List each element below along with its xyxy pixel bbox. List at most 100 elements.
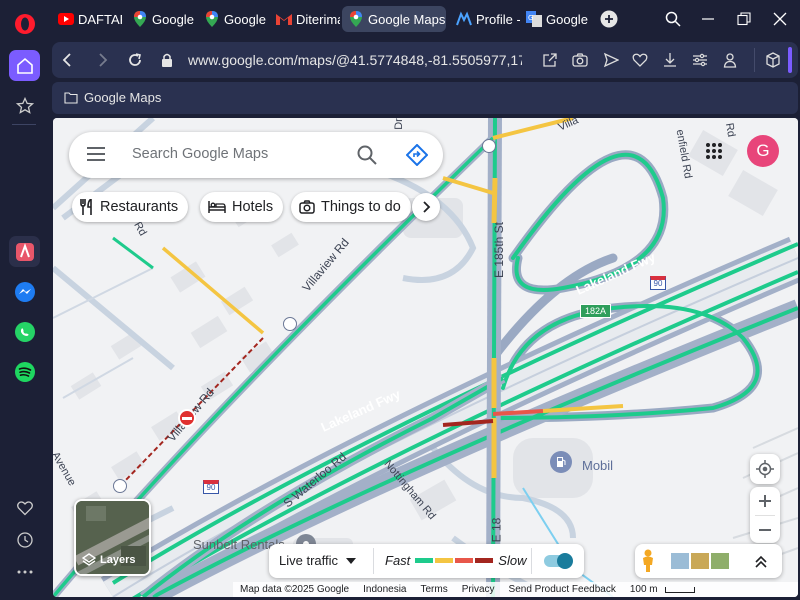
road-label-e185th: E 185th St [492,221,507,279]
tab-label: Google [546,11,588,27]
search-tabs-icon[interactable] [663,9,683,29]
bus-stop-icon[interactable] [482,139,496,153]
traffic-legend: Live traffic Fast Slow [269,544,584,578]
map-canvas[interactable] [53,118,798,597]
chips-next-button[interactable] [412,193,440,221]
heart-icon[interactable] [632,52,648,73]
chip-label: Things to do [321,199,401,215]
star-icon[interactable] [9,90,40,121]
spotify-icon[interactable] [9,356,40,387]
bookmark-google-maps[interactable]: Google Maps [64,90,161,105]
layers-icon [82,553,96,567]
chip-label: Hotels [232,199,274,215]
bookmarks-bar: Google Maps [52,82,798,114]
home-icon[interactable] [9,50,40,81]
more-icon[interactable] [9,556,40,587]
url-text[interactable]: www.google.com/maps/@41.5774848,-81.5505… [188,52,522,68]
minimize-icon[interactable] [698,9,718,29]
forward-icon[interactable] [94,51,110,74]
close-icon[interactable] [770,9,790,29]
road-label-dr: Dr [392,118,405,130]
bus-stop-icon[interactable] [283,317,297,331]
tab-diterima[interactable]: Diterima [270,6,340,32]
chip-restaurants[interactable]: Restaurants [72,192,189,222]
scale-bar [664,586,695,593]
search-box[interactable]: Search Google Maps [69,132,443,178]
send-icon[interactable] [603,52,620,73]
tab-google-2[interactable]: Google [198,6,268,32]
live-traffic-dropdown[interactable]: Live traffic [279,553,357,568]
google-maps-icon [348,11,364,27]
zoom-in-button[interactable] [759,487,771,515]
traffic-slow-label: Slow [498,553,527,568]
camera-icon[interactable] [572,52,588,73]
heart-icon[interactable] [9,492,40,523]
traffic-fast-label: Fast [385,553,411,568]
road-label-rd-2: Rd [722,122,738,138]
menu-icon[interactable] [87,147,105,166]
settings-sliders-icon[interactable] [692,52,708,73]
imagery-thumbnail[interactable] [711,553,729,569]
chip-things-to-do[interactable]: Things to do [291,192,411,222]
youtube-icon [58,11,74,27]
search-icon[interactable] [357,145,377,170]
share-icon[interactable] [542,52,558,73]
gas-station-icon[interactable] [550,451,572,473]
directions-icon[interactable] [405,143,429,171]
footer-country[interactable]: Indonesia [363,584,406,595]
search-input[interactable]: Search Google Maps [132,146,268,162]
footer-privacy-link[interactable]: Privacy [462,584,495,595]
tab-google-translate[interactable]: G Google [520,6,590,32]
messenger-icon[interactable] [9,276,40,307]
tab-google-1[interactable]: Google [126,6,196,32]
tab-daftar[interactable]: DAFTAR [52,6,122,32]
new-tab-button[interactable] [599,9,619,29]
download-icon[interactable] [662,52,678,73]
google-maps-icon [204,11,220,27]
bookmark-label: Google Maps [84,90,162,105]
map-viewport[interactable]: Lakeland Fwy Lakeland Fwy E 185th St E 1… [53,118,798,597]
tab-bar: DAFTAR Google Google Diterima Google Map… [48,0,800,38]
footer-feedback-link[interactable]: Send Product Feedback [509,584,616,595]
pegman-icon[interactable] [641,549,655,578]
aria-icon[interactable] [9,236,40,267]
chevron-up-icon[interactable] [754,554,768,573]
tab-label: Google Maps [368,11,446,27]
address-bar: www.google.com/maps/@41.5774848,-81.5505… [52,42,798,78]
traffic-toggle[interactable] [544,553,573,569]
account-avatar[interactable]: G [747,135,779,167]
restaurant-icon [80,199,94,215]
street-view-panel [635,544,782,578]
reload-icon[interactable] [126,51,144,74]
tab-profile[interactable]: Profile - [450,6,520,32]
tab-google-maps[interactable]: Google Maps [342,6,446,32]
lock-icon[interactable] [160,52,174,73]
bus-stop-icon[interactable] [113,479,127,493]
zoom-out-button[interactable] [759,516,771,543]
extensions-box-icon[interactable] [765,52,781,73]
imagery-thumbnail[interactable] [691,553,709,569]
imagery-thumbnail[interactable] [671,553,689,569]
gmail-icon [276,11,292,27]
apps-grid-icon[interactable] [705,142,723,165]
my-location-button[interactable] [750,454,780,484]
camera-icon [299,200,315,214]
restore-icon[interactable] [734,9,754,29]
poi-label-mobil[interactable]: Mobil [582,458,613,473]
interstate-shield-90: 90 [203,480,219,494]
profile-icon [456,11,472,27]
traffic-color-scale [415,558,494,563]
opera-logo-icon[interactable] [9,8,40,39]
route-shield-182a: 182A [580,304,612,318]
layers-label: Layers [100,554,136,566]
account-icon[interactable] [722,52,738,73]
back-icon[interactable] [60,51,76,74]
whatsapp-icon[interactable] [9,316,40,347]
footer-terms-link[interactable]: Terms [421,584,448,595]
layers-button[interactable]: Layers [74,499,151,576]
zoom-controls [750,487,780,543]
history-icon[interactable] [9,524,40,555]
road-closed-icon[interactable] [178,409,196,427]
scale-label[interactable]: 100 m [630,584,658,595]
chip-hotels[interactable]: Hotels [200,192,284,222]
